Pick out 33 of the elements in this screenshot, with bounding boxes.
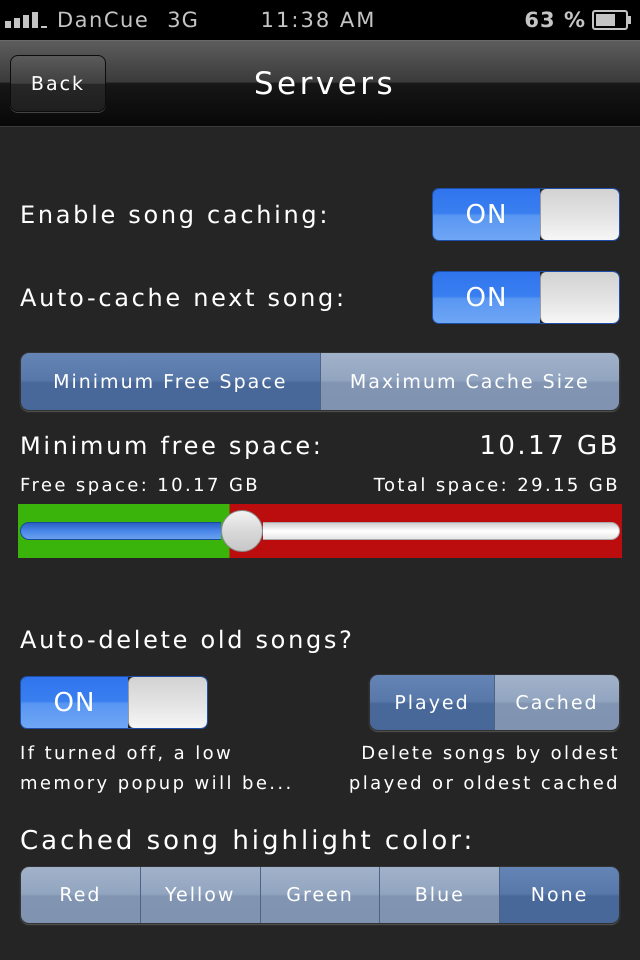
- toggle-switch[interactable]: ON: [432, 271, 620, 324]
- setting-label: Auto-delete old songs?: [20, 625, 356, 655]
- battery-percent: 63 %: [524, 8, 586, 32]
- segment-button[interactable]: Played: [370, 675, 494, 730]
- setting-value: 10.17 GB: [479, 431, 620, 461]
- toggle-switch[interactable]: ON: [432, 188, 620, 241]
- segment-button[interactable]: Blue: [379, 867, 500, 923]
- segment-button[interactable]: Maximum Cache Size: [320, 353, 619, 410]
- switch-note: If turned off, a low memory popup will be...: [20, 742, 294, 796]
- segment-button[interactable]: Minimum Free Space: [21, 353, 320, 410]
- screen-title: Servers: [254, 66, 396, 102]
- carrier-name: DanCue: [57, 8, 150, 32]
- slider-thumb[interactable]: [220, 510, 263, 552]
- order-note: Delete songs by oldest played or oldest cached: [348, 742, 620, 796]
- total-space-text: Total space: 29.15 GB: [374, 474, 620, 496]
- battery-icon: [592, 10, 632, 30]
- segment-button[interactable]: Yellow: [140, 867, 260, 923]
- setting-label: Auto-cache next song:: [20, 284, 347, 312]
- segment-button[interactable]: Cached: [494, 675, 619, 730]
- toggle-switch[interactable]: ON: [20, 676, 208, 729]
- segment-button[interactable]: None: [499, 867, 619, 923]
- setting-label: Enable song caching:: [20, 200, 330, 228]
- toggle-knob[interactable]: [540, 272, 619, 323]
- network-type: 3G: [167, 8, 199, 32]
- setting-label: Cached song highlight color:: [20, 826, 476, 856]
- segment-button[interactable]: Green: [260, 867, 380, 923]
- toggle-knob[interactable]: [128, 677, 207, 728]
- segment-button[interactable]: Red: [21, 867, 140, 923]
- status-time: 11:38 AM: [260, 8, 376, 32]
- free-space-text: Free space: 10.17 GB: [20, 474, 260, 496]
- toggle-knob[interactable]: [540, 189, 619, 240]
- back-button[interactable]: Back: [10, 55, 106, 112]
- setting-label: Minimum free space:: [20, 432, 324, 460]
